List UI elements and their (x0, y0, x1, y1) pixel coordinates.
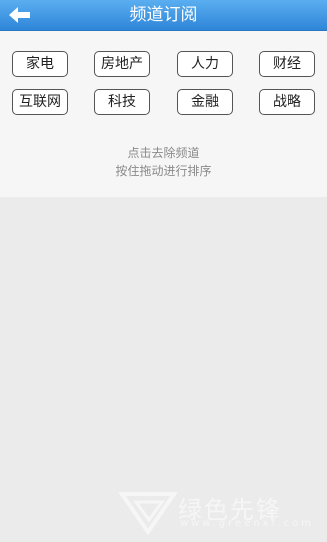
channel-chip-appliances[interactable]: 家电 (12, 51, 68, 77)
channel-chip-banking[interactable]: 金融 (177, 89, 233, 115)
back-arrow-icon (9, 7, 30, 23)
subscribed-channels-panel: 家电 房地产 人力 财经 互联网 科技 金融 战略 点击去除频道 按住拖动进行排… (0, 31, 327, 197)
back-button[interactable] (0, 0, 40, 30)
top-bar: 频道订阅 (0, 0, 327, 31)
hint-sort: 按住拖动进行排序 (115, 164, 212, 178)
channel-chip-real-estate[interactable]: 房地产 (94, 51, 150, 77)
watermark-logo-icon (118, 492, 178, 536)
channel-chip-internet[interactable]: 互联网 (12, 89, 68, 115)
channel-chip-hr[interactable]: 人力 (177, 51, 233, 77)
channel-chip-finance[interactable]: 财经 (259, 51, 315, 77)
hint-remove: 点击去除频道 (127, 146, 200, 160)
channel-chip-strategy[interactable]: 战略 (259, 89, 315, 115)
watermark-url: www.greenxf.com (180, 518, 314, 529)
page-title: 频道订阅 (129, 5, 198, 25)
watermark: 绿色先锋 www.greenxf.com (118, 488, 323, 538)
channel-chip-technology[interactable]: 科技 (94, 89, 150, 115)
